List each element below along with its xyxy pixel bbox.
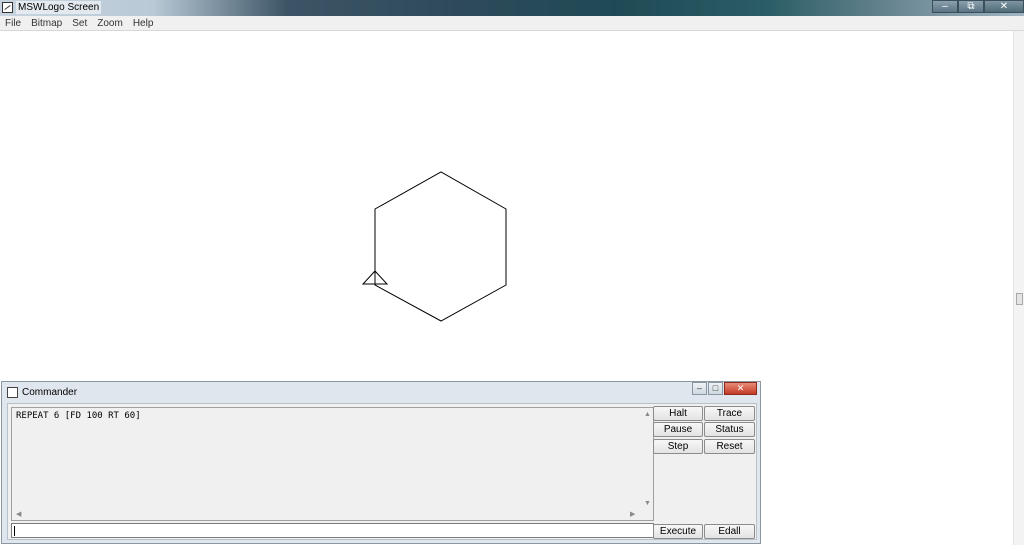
canvas-vertical-scrollbar[interactable] — [1013, 31, 1024, 545]
command-history-box[interactable]: REPEAT 6 [FD 100 RT 60] ▲ ▼ ◀ ▶ — [11, 407, 654, 521]
commander-window: Commander – □ ✕ REPEAT 6 [FD 100 RT 60] … — [1, 381, 761, 544]
commander-window-controls: – □ ✕ — [691, 382, 757, 395]
scroll-right-arrow-icon[interactable]: ▶ — [630, 511, 635, 519]
window-controls: – ⧉ ✕ — [932, 0, 1024, 14]
commander-close-button[interactable]: ✕ — [724, 382, 757, 395]
minimize-button[interactable]: – — [932, 0, 958, 13]
menu-bar: File Bitmap Set Zoom Help — [0, 16, 1024, 31]
step-button[interactable]: Step — [653, 439, 703, 454]
command-input[interactable] — [11, 523, 654, 538]
mswlogo-app-icon — [2, 2, 13, 13]
scroll-down-arrow-icon[interactable]: ▼ — [644, 500, 651, 508]
edall-button[interactable]: Edall — [704, 524, 755, 539]
hexagon-shape — [374, 171, 507, 322]
menu-help[interactable]: Help — [128, 18, 159, 29]
menu-zoom[interactable]: Zoom — [92, 18, 128, 29]
history-vertical-scrollbar[interactable]: ▲ ▼ — [642, 408, 653, 511]
reset-button[interactable]: Reset — [704, 439, 755, 454]
commander-title: Commander — [22, 387, 78, 398]
commander-client-area: REPEAT 6 [FD 100 RT 60] ▲ ▼ ◀ ▶ Halt Tra… — [7, 403, 757, 540]
restore-button[interactable]: ⧉ — [958, 0, 984, 13]
commander-title-bar: Commander – □ ✕ — [2, 382, 760, 403]
trace-button[interactable]: Trace — [704, 406, 755, 421]
window-title: MSWLogo Screen — [16, 1, 102, 14]
scroll-up-arrow-icon[interactable]: ▲ — [644, 411, 651, 419]
halt-button[interactable]: Halt — [653, 406, 703, 421]
execute-button[interactable]: Execute — [653, 524, 703, 539]
text-caret — [14, 526, 15, 536]
commander-minimize-button[interactable]: – — [692, 382, 707, 395]
menu-bitmap[interactable]: Bitmap — [26, 18, 67, 29]
pause-button[interactable]: Pause — [653, 422, 703, 437]
close-button[interactable]: ✕ — [984, 0, 1024, 13]
status-button[interactable]: Status — [704, 422, 755, 437]
menu-file[interactable]: File — [0, 18, 26, 29]
menu-set[interactable]: Set — [67, 18, 92, 29]
scrollbar-thumb[interactable] — [1016, 293, 1023, 305]
commander-app-icon — [7, 387, 18, 398]
scroll-left-arrow-icon[interactable]: ◀ — [16, 511, 21, 519]
main-title-bar: MSWLogo Screen – ⧉ ✕ — [0, 0, 1024, 16]
command-history-text: REPEAT 6 [FD 100 RT 60] — [16, 411, 141, 421]
commander-restore-button[interactable]: □ — [708, 382, 723, 395]
history-horizontal-scrollbar[interactable]: ◀ ▶ — [12, 509, 643, 520]
